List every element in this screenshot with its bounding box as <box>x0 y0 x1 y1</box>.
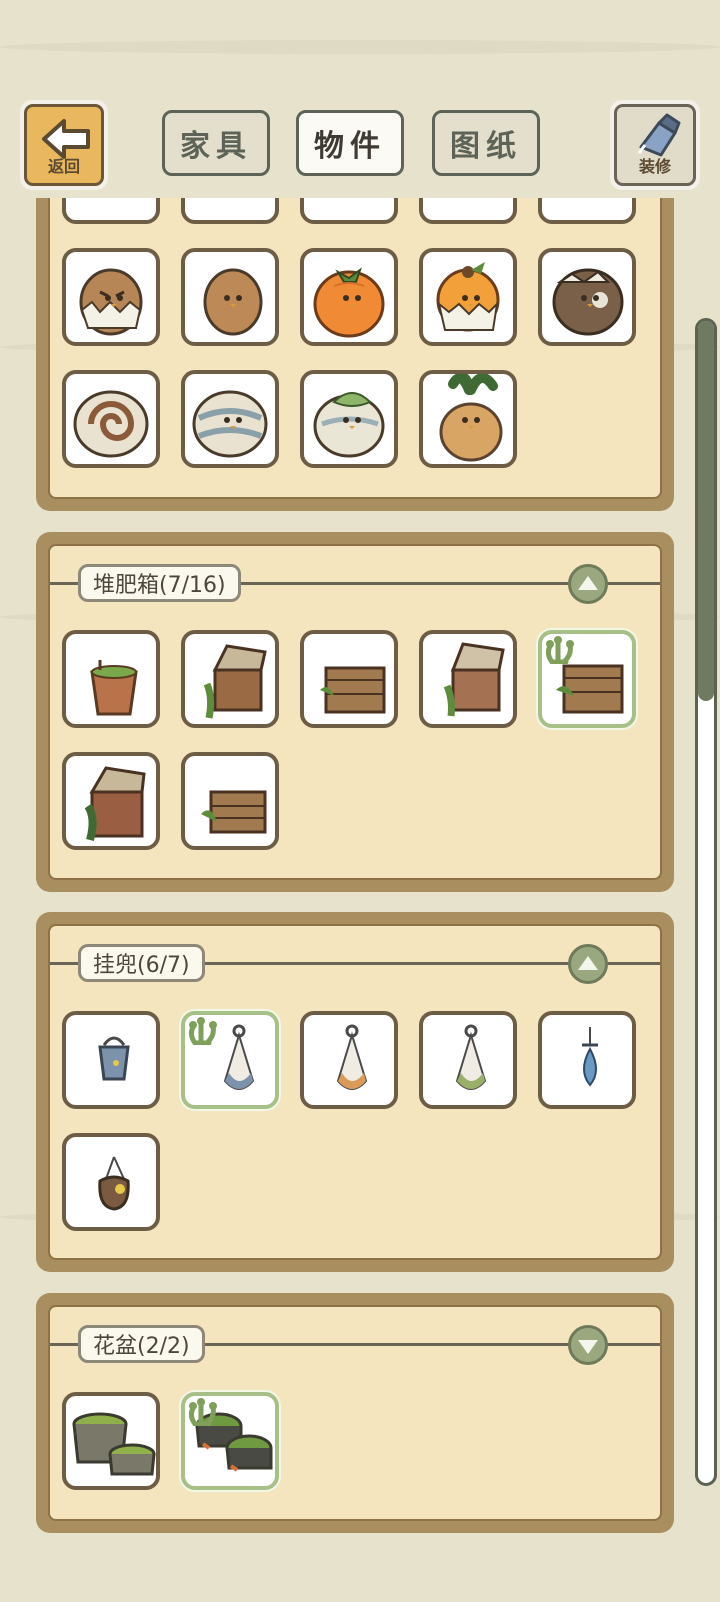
dark-shell-figure-icon <box>552 268 624 336</box>
partial-figure-icon <box>185 198 277 222</box>
item-tile-moss-pots-stone[interactable] <box>62 1392 160 1490</box>
item-tile-turnip-figure[interactable] <box>419 370 517 468</box>
tab-blueprints[interactable]: 图纸 <box>432 110 540 176</box>
item-tile-partial-figure[interactable] <box>62 198 160 224</box>
water-drop-hanger-icon <box>582 1027 598 1087</box>
item-tile-snail-figure[interactable] <box>62 370 160 468</box>
partial-figure-icon <box>423 198 515 222</box>
item-tile-snail-figure-leaf[interactable] <box>300 370 398 468</box>
figures-section <box>36 198 674 513</box>
item-tile-dark-shell-figure[interactable] <box>538 248 636 346</box>
partial-figure-icon <box>542 198 634 222</box>
decorate-label: 装修 <box>638 157 671 176</box>
back-button[interactable]: 返回 <box>20 100 108 190</box>
moss-pots-stone-icon <box>72 1412 156 1476</box>
item-tile-partial-figure[interactable] <box>538 198 636 224</box>
item-tile-compost-crate[interactable] <box>300 630 398 728</box>
tab-objects[interactable]: 物件 <box>296 110 404 176</box>
item-tile-net-hanger-blue[interactable] <box>181 1011 279 1109</box>
item-tile-wooden-bucket[interactable] <box>62 630 160 728</box>
frog-paw-icon <box>188 1017 217 1045</box>
persimmon-figure-icon <box>313 267 385 338</box>
bucket-hanger-icon <box>98 1036 130 1081</box>
item-tile-compost-box-tall[interactable] <box>62 752 160 850</box>
item-tile-net-hanger-green[interactable] <box>419 1011 517 1109</box>
collapse-toggle-hammock[interactable] <box>568 944 608 984</box>
item-tile-compost-box-open-vines[interactable] <box>181 630 279 728</box>
wooden-bucket-icon <box>90 660 138 716</box>
item-tile-bucket-hanger[interactable] <box>62 1011 160 1109</box>
back-label: 返回 <box>47 157 80 176</box>
decorate-button[interactable]: 装修 <box>610 100 700 190</box>
item-tile-orange-shell-figure[interactable] <box>419 248 517 346</box>
chevron-up-icon <box>578 955 598 970</box>
item-tile-snail-figure-light[interactable] <box>181 370 279 468</box>
compost-box-open-icon <box>443 642 505 717</box>
item-tile-compost-box-open[interactable] <box>419 630 517 728</box>
partial-figure-icon <box>66 198 158 222</box>
item-tile-chestnut-shell-figure[interactable] <box>62 248 160 346</box>
item-tile-partial-figure[interactable] <box>300 198 398 224</box>
item-tile-net-hanger-orange[interactable] <box>300 1011 398 1109</box>
item-tile-compost-crate-small[interactable] <box>181 752 279 850</box>
compost-crate-icon <box>320 666 386 714</box>
section-title-flowerpot: 花盆(2/2) <box>78 1325 205 1363</box>
chevron-down-icon <box>578 1339 598 1354</box>
net-hanger-orange-icon <box>336 1024 368 1090</box>
snail-figure-light-icon <box>192 390 268 458</box>
frog-paw-icon <box>188 1398 217 1426</box>
section-title-hammock: 挂兜(6/7) <box>78 944 205 982</box>
chevron-up-icon <box>578 575 598 590</box>
chestnut-shell-figure-icon <box>79 268 143 336</box>
partial-figure-icon <box>304 198 396 222</box>
item-tile-chestnut-figure[interactable] <box>181 248 279 346</box>
expand-toggle-flowerpot[interactable] <box>568 1325 608 1365</box>
scrollbar-thumb[interactable] <box>698 321 714 701</box>
section-title-compost: 堆肥箱(7/16) <box>78 564 241 602</box>
background-grain <box>0 40 720 54</box>
orange-shell-figure-icon <box>436 262 500 332</box>
item-tile-moss-pots-pair[interactable] <box>181 1392 279 1490</box>
snail-figure-leaf-icon <box>313 392 385 458</box>
item-tile-water-drop-hanger[interactable] <box>538 1011 636 1109</box>
item-tile-partial-figure[interactable] <box>181 198 279 224</box>
compost-box-open-vines-icon <box>203 644 267 719</box>
compost-crate-small-icon <box>201 790 267 834</box>
chestnut-figure-icon <box>203 268 263 336</box>
net-hanger-green-icon <box>455 1024 487 1090</box>
item-tile-persimmon-figure[interactable] <box>300 248 398 346</box>
turnip-figure-icon <box>439 374 503 462</box>
item-tile-partial-figure[interactable] <box>419 198 517 224</box>
item-tile-pouch-hanger[interactable] <box>62 1133 160 1231</box>
tab-furniture[interactable]: 家具 <box>162 110 270 176</box>
collapse-toggle-compost[interactable] <box>568 564 608 604</box>
frog-paw-icon <box>545 636 574 664</box>
scrollbar-track[interactable] <box>695 318 717 1486</box>
pouch-hanger-icon <box>98 1156 130 1211</box>
snail-figure-icon <box>73 390 149 458</box>
item-tile-compost-crate-mossy[interactable] <box>538 630 636 728</box>
compost-box-tall-icon <box>84 766 146 842</box>
